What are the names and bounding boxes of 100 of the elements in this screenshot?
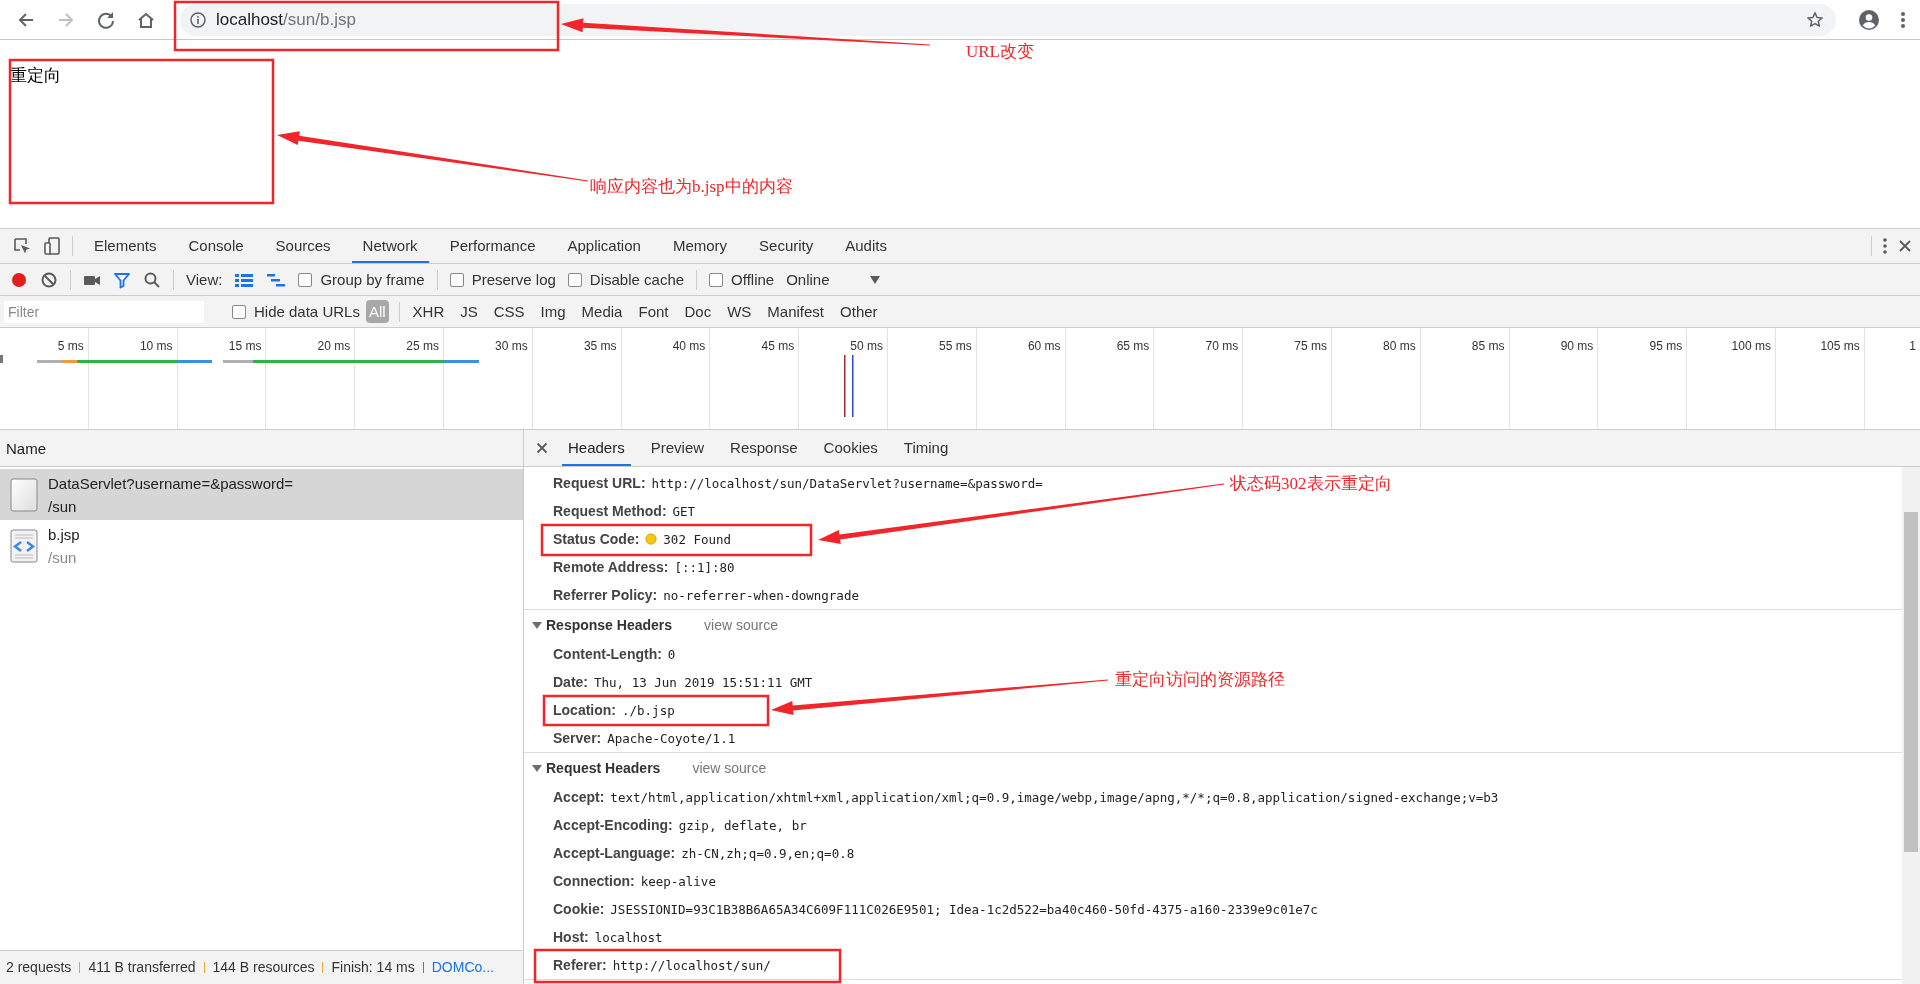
checkbox[interactable] [709, 272, 724, 287]
expanded-triangle-icon[interactable] [532, 763, 542, 773]
callout-text: 状态码302表示重定向 [1230, 473, 1392, 495]
panel-tab[interactable]: Performance [438, 229, 547, 263]
column-header[interactable]: Name [0, 430, 523, 467]
clear-icon[interactable] [40, 270, 58, 289]
status-text: Finish: 14 ms [322, 962, 423, 973]
tick-label: 40 ms [672, 339, 706, 353]
checkbox-label: Group by frame [320, 271, 425, 288]
tick-label: 5 ms [57, 339, 84, 353]
type-filter[interactable]: Other [837, 300, 881, 323]
status-text: 144 B resources [203, 962, 323, 973]
waterfall-view-icon[interactable] [266, 271, 287, 288]
address-bar[interactable]: localhost/sun/b.jsp [180, 3, 1836, 36]
header-name: Request Method: [553, 503, 667, 519]
filter-icon[interactable] [113, 270, 131, 289]
tick-label: 25 ms [406, 339, 439, 353]
more-icon[interactable] [1882, 237, 1888, 255]
star-icon[interactable] [1806, 10, 1824, 29]
tick-label: 100 ms [1731, 339, 1771, 353]
checkbox[interactable] [567, 272, 582, 287]
tick-label: 105 ms [1820, 339, 1860, 353]
detail-tab[interactable]: Timing [897, 430, 955, 466]
request-path: /sun [48, 548, 78, 566]
checkbox-label: Disable cache [589, 271, 685, 288]
header-value: no-referrer-when-downgrade [663, 587, 859, 603]
section-title[interactable]: Request Headers [546, 760, 661, 776]
scrollbar[interactable] [1902, 467, 1920, 984]
tick-label: 85 ms [1471, 339, 1505, 353]
tick-label: 35 ms [583, 339, 617, 353]
panel-tab[interactable]: Elements [83, 229, 168, 263]
list-view-icon[interactable] [234, 271, 255, 288]
tick-label: 90 ms [1560, 339, 1594, 353]
detail-tab[interactable]: Cookies [817, 430, 884, 466]
detail-tab[interactable]: Headers [562, 430, 631, 466]
header-value: text/html,application/xhtml+xml,application/xml;q=0.9,image/webp,image/apng,*/*;q=0.8,application/signed-exchange;v=b3 [610, 789, 1499, 805]
throttling-dropdown[interactable]: Online [786, 271, 880, 288]
type-filter[interactable]: Img [537, 300, 569, 323]
type-filter[interactable]: WS [724, 300, 755, 323]
panel-tab[interactable]: Audits [834, 229, 898, 263]
checkbox-label: Hide data URLs [254, 303, 360, 320]
header-value: zh-CN,zh;q=0.9,en;q=0.8 [681, 845, 855, 861]
type-filter[interactable]: Media [578, 300, 626, 323]
type-filter[interactable]: Manifest [764, 300, 828, 323]
panel-tab[interactable]: Memory [661, 229, 739, 263]
panel-tab[interactable]: Console [177, 229, 255, 263]
header-value: http://localhost/sun/ [612, 957, 771, 973]
info-icon[interactable] [190, 11, 206, 28]
code-file-icon [10, 528, 38, 563]
callout-text: 重定向访问的资源路径 [1115, 669, 1285, 691]
header-value: http://localhost/sun/DataServlet?username=&password= [651, 475, 1043, 491]
tick-label: 65 ms [1116, 339, 1150, 353]
tick-label: 80 ms [1383, 339, 1416, 353]
record-icon[interactable] [10, 270, 28, 289]
callout-text: URL改变 [966, 41, 1034, 63]
header-value: GET [672, 503, 696, 519]
close-icon[interactable] [1898, 239, 1912, 253]
type-filter[interactable]: XHR [409, 300, 448, 323]
tick-label: 30 ms [495, 339, 528, 353]
view-source-link[interactable]: view source [692, 760, 767, 776]
header-name: Accept-Encoding: [553, 817, 673, 833]
account-icon[interactable] [1858, 8, 1880, 31]
checkbox[interactable] [232, 304, 246, 319]
request-path: /sun [48, 497, 78, 515]
device-icon[interactable] [42, 236, 62, 256]
checkbox[interactable] [449, 272, 464, 287]
tick-label: 1 [1909, 339, 1916, 353]
dom-content-loaded-link[interactable]: DOMCo... [422, 962, 502, 973]
panel-tab[interactable]: Sources [264, 229, 342, 263]
menu-icon[interactable] [1900, 9, 1906, 30]
header-value: ./b.jsp [622, 702, 675, 718]
section-title[interactable]: Response Headers [546, 617, 673, 633]
detail-tab[interactable]: Preview [644, 430, 711, 466]
type-filter[interactable]: Font [635, 300, 672, 323]
view-source-link[interactable]: view source [704, 617, 778, 633]
panel-tab[interactable]: Security [748, 229, 825, 263]
checkbox-label: Offline [731, 271, 775, 288]
url-text: localhost/sun/b.jsp [216, 9, 357, 30]
detail-tab[interactable]: Response [724, 430, 804, 466]
header-name: Location: [553, 702, 616, 718]
header-name: Host: [553, 929, 589, 945]
tick-label: 60 ms [1027, 339, 1061, 353]
request-row[interactable]: b.jsp /sun [0, 520, 523, 571]
checkbox[interactable] [298, 272, 313, 287]
load-marker-lines [844, 355, 854, 417]
close-icon[interactable] [536, 442, 548, 454]
expanded-triangle-icon[interactable] [532, 620, 542, 630]
type-filter[interactable]: CSS [490, 300, 528, 323]
filter-field[interactable]: Filter [4, 300, 204, 323]
scrollbar-thumb[interactable] [1904, 512, 1918, 852]
type-filter[interactable]: Doc [681, 300, 715, 323]
panel-tab[interactable]: Application [556, 229, 652, 263]
callout-text: 响应内容也为b.jsp中的内容 [590, 176, 793, 198]
type-filter[interactable]: JS [457, 300, 481, 323]
tick-label: 45 ms [761, 339, 795, 353]
header-name: Accept: [553, 789, 605, 805]
header-name: Status Code: [553, 531, 640, 547]
tick-label: 50 ms [850, 339, 883, 353]
document-icon [10, 477, 38, 512]
search-icon[interactable] [143, 270, 161, 289]
